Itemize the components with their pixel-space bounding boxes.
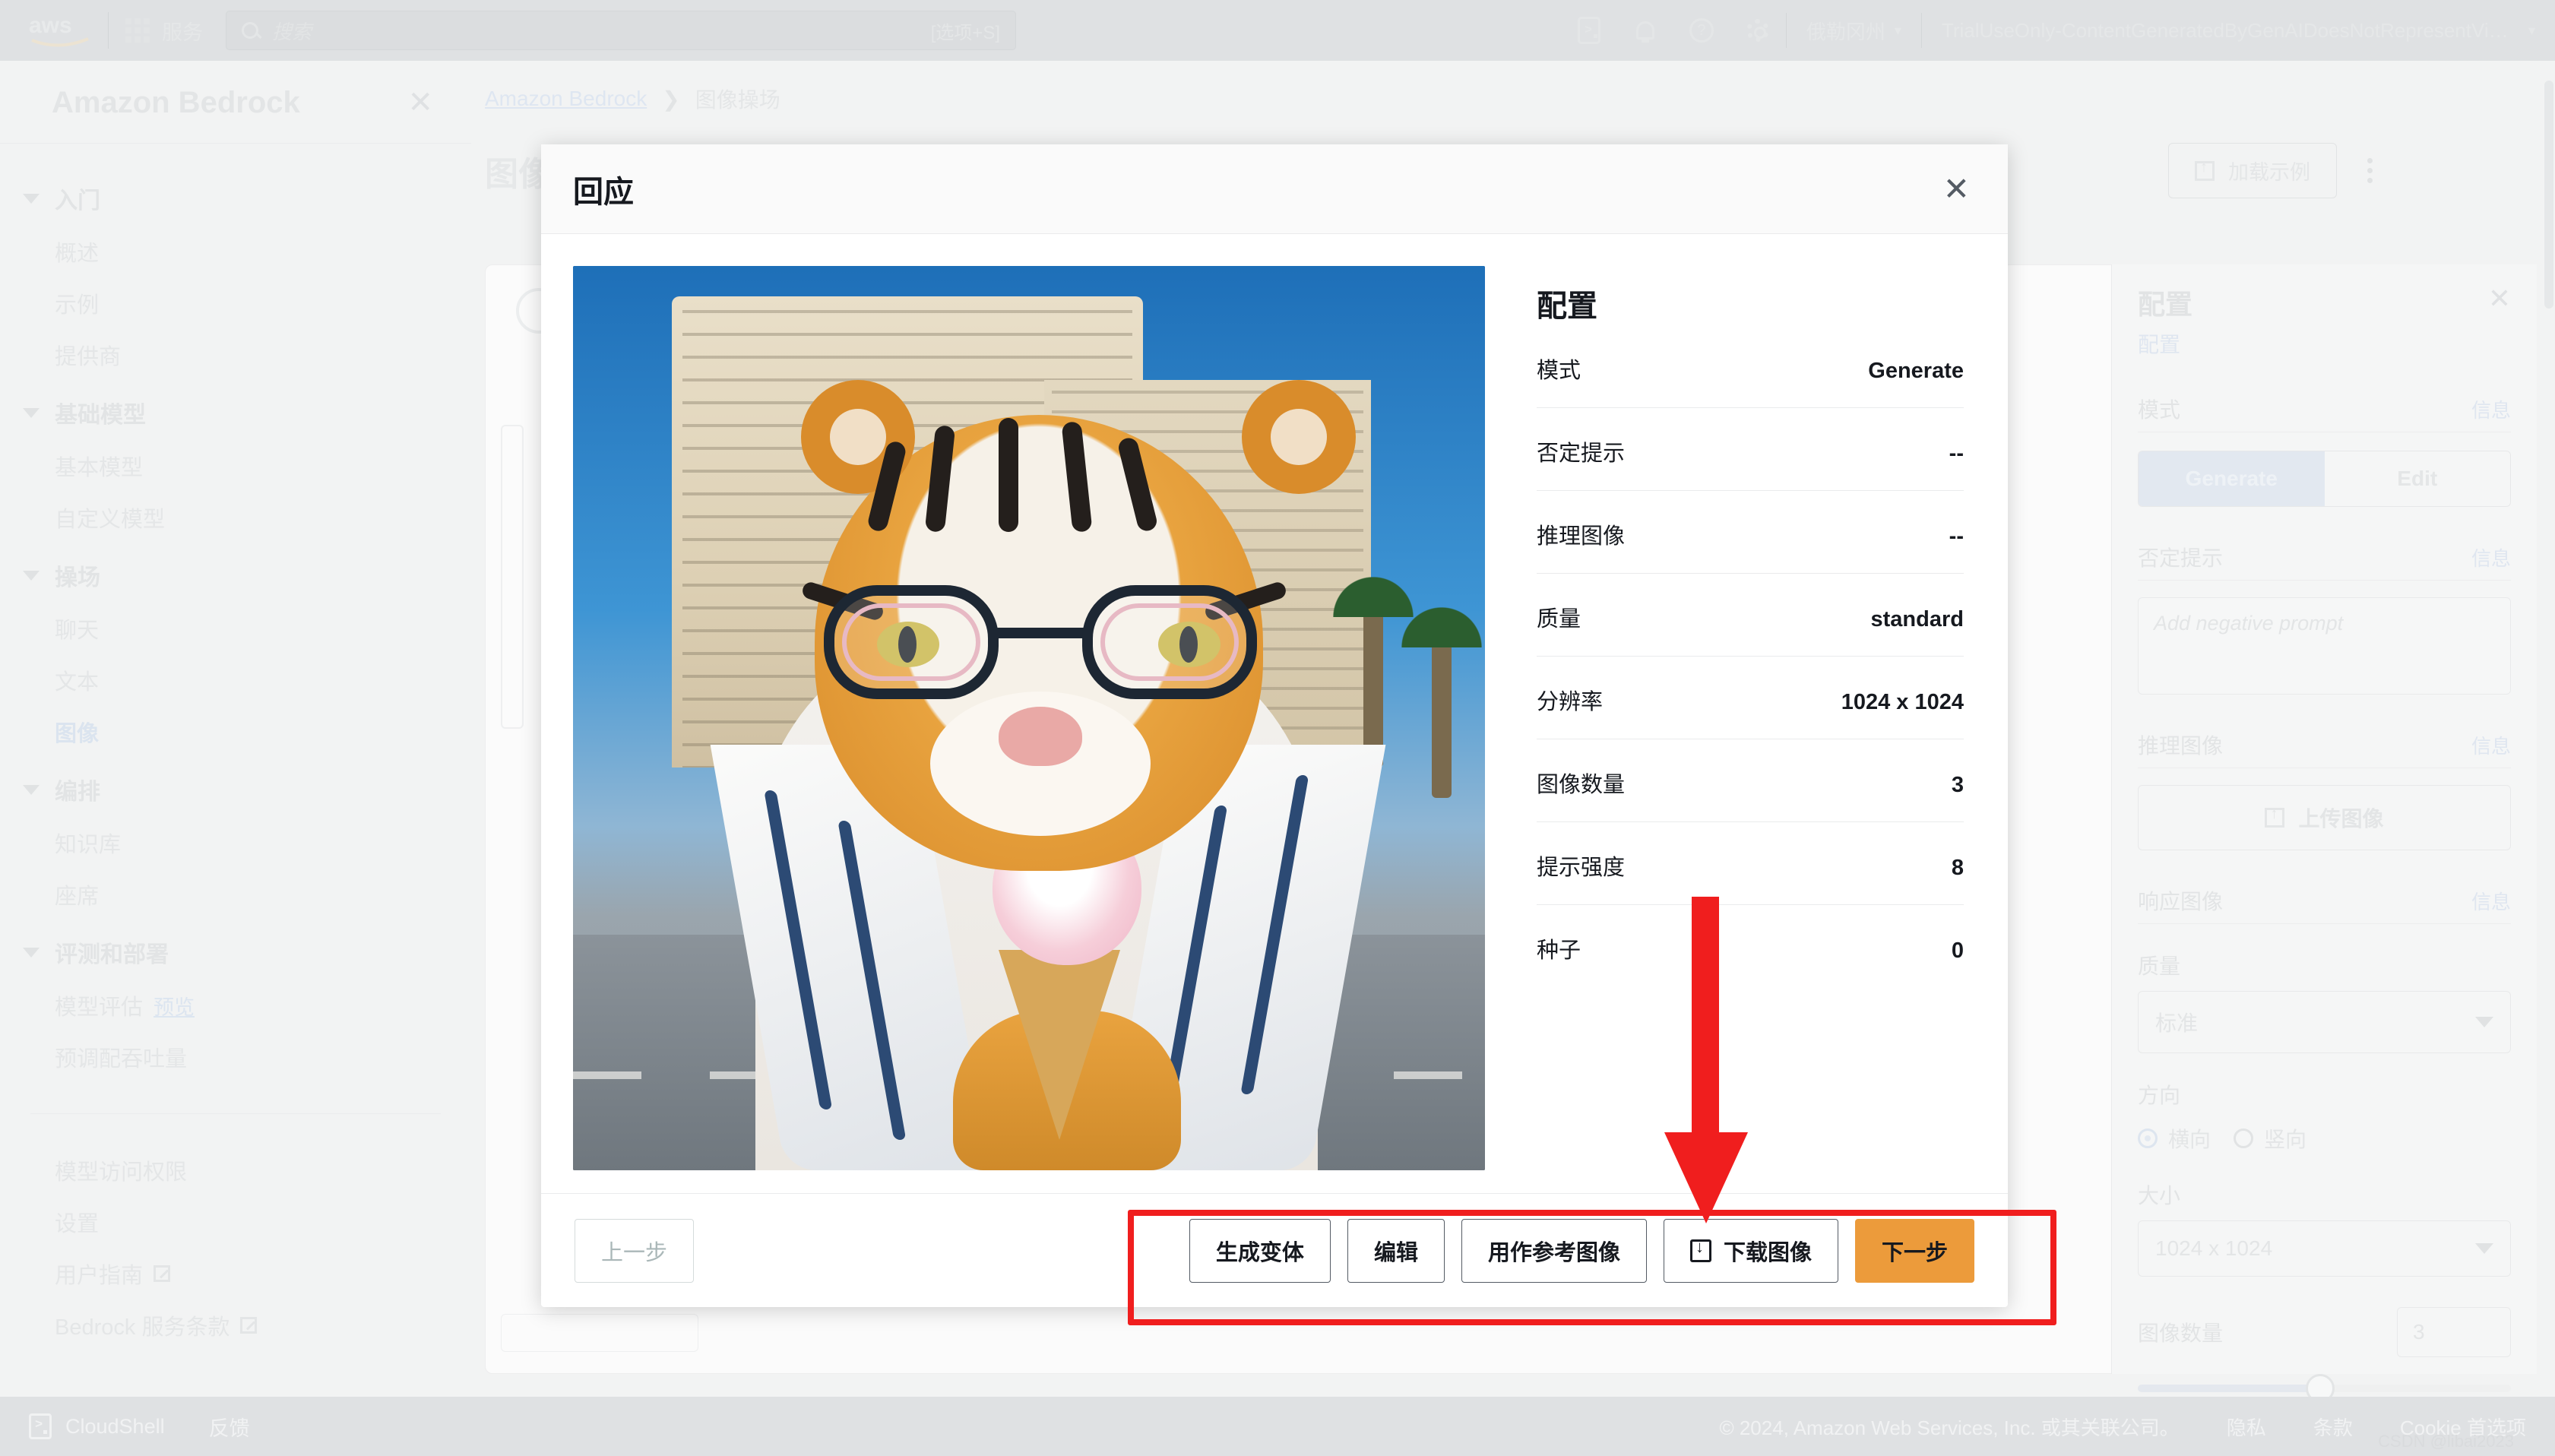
config-row-negative-prompt: 否定提示 -- (1537, 408, 1964, 491)
config-row-image-count: 图像数量 3 (1537, 739, 1964, 822)
close-icon[interactable]: ✕ (1943, 173, 1970, 205)
account-label: TrialUseOnly-ContentGeneratedByGenAIDoes… (1941, 18, 2519, 42)
terms-link[interactable]: 条款 (2313, 1413, 2353, 1441)
config-row-quality: 质量 standard (1537, 574, 1964, 657)
grid-icon (125, 18, 150, 43)
config-key: 提示强度 (1537, 856, 1626, 880)
config-value: 3 (1951, 773, 1964, 797)
search-shortcut-hint: [选项+S] (930, 22, 1000, 43)
help-icon: ? (1689, 18, 1714, 43)
modal-body: 配置 模式 Generate 否定提示 -- 推理图像 -- 质量 standa… (541, 234, 2008, 1193)
modal-config-heading: 配置 (1537, 290, 1597, 323)
config-row-seed: 种子 0 (1537, 905, 1964, 987)
config-key: 否定提示 (1537, 442, 1626, 466)
cloudshell-icon (29, 1413, 52, 1439)
feedback-link[interactable]: 反馈 (209, 1412, 250, 1442)
settings-button[interactable] (1730, 0, 1786, 61)
config-key: 分辨率 (1537, 690, 1604, 714)
modal-title: 回应 (573, 175, 634, 209)
download-icon (1689, 1237, 1711, 1262)
cloudshell-label: CloudShell (65, 1414, 165, 1438)
next-button[interactable]: 下一步 (1854, 1218, 1974, 1283)
glasses-lens (824, 585, 999, 699)
modal-footer: 上一步 生成变体 编辑 用作参考图像 下载图像 下一步 (541, 1193, 2008, 1307)
arrow-shaft (1692, 897, 1719, 1140)
copyright-text: © 2024, Amazon Web Services, Inc. 或其关联公司… (1719, 1416, 2180, 1439)
image-glasses (824, 585, 1257, 699)
modal-action-buttons: 生成变体 编辑 用作参考图像 下载图像 下一步 (1189, 1218, 1974, 1283)
global-search-bar[interactable]: 搜索 [选项+S] (226, 11, 1016, 50)
watermark: CSDN @libai2023 (2378, 1432, 2514, 1451)
cloudshell-icon (1577, 17, 1600, 44)
config-value: 8 (1951, 856, 1964, 880)
previous-button[interactable]: 上一步 (575, 1218, 695, 1283)
region-selector[interactable]: 俄勒冈州 ▾ (1787, 0, 1921, 61)
image-cone (999, 950, 1120, 1140)
config-row-prompt-strength: 提示强度 8 (1537, 822, 1964, 905)
config-key: 推理图像 (1537, 524, 1626, 549)
search-icon (242, 22, 258, 39)
cloudshell-button[interactable] (1561, 0, 1617, 61)
use-as-reference-image-button[interactable]: 用作参考图像 (1461, 1218, 1647, 1283)
aws-logo[interactable]: aws (29, 13, 91, 48)
config-value: -- (1949, 442, 1964, 466)
modal-header: 回应 ✕ (541, 144, 2008, 234)
cloudshell-launch-button[interactable]: CloudShell (29, 1413, 165, 1439)
config-key: 模式 (1537, 359, 1581, 383)
config-value: -- (1949, 524, 1964, 549)
image-palm-tree (1377, 579, 1485, 798)
red-arrow-annotation (1664, 897, 1748, 1223)
generate-variations-button[interactable]: 生成变体 (1189, 1218, 1331, 1283)
help-button[interactable]: ? (1673, 0, 1730, 61)
generated-image[interactable] (573, 266, 1485, 1170)
glasses-lens (1082, 585, 1257, 699)
gear-icon (1746, 19, 1769, 42)
download-image-label: 下载图像 (1723, 1240, 1812, 1265)
download-image-button[interactable]: 下载图像 (1663, 1218, 1838, 1283)
account-menu[interactable]: TrialUseOnly-ContentGeneratedByGenAIDoes… (1922, 0, 2555, 61)
config-value: Generate (1868, 359, 1964, 383)
nav-divider (108, 12, 109, 49)
chevron-down-icon: ▾ (1894, 22, 1901, 38)
edit-button[interactable]: 编辑 (1347, 1218, 1445, 1283)
config-value: standard (1870, 607, 1964, 631)
services-label: 服务 (162, 21, 203, 44)
privacy-link[interactable]: 隐私 (2227, 1413, 2266, 1441)
config-key: 种子 (1537, 938, 1581, 963)
page-footer: CloudShell 反馈 © 2024, Amazon Web Service… (0, 1397, 2555, 1456)
config-value: 0 (1951, 938, 1964, 963)
config-row-resolution: 分辨率 1024 x 1024 (1537, 657, 1964, 739)
footer-left: CloudShell 反馈 (0, 1412, 250, 1442)
config-key: 图像数量 (1537, 773, 1626, 797)
config-key: 质量 (1537, 607, 1581, 631)
response-modal: 回应 ✕ 配置 模式 Generate 否定提示 -- 推理图像 -- 质量 s… (541, 144, 2008, 1307)
top-nav-right: ? 俄勒冈州 ▾ TrialUseOnly-ContentGeneratedBy… (1561, 0, 2555, 61)
image-tiger-nose (999, 707, 1082, 766)
image-tiger-ear (1242, 380, 1356, 494)
config-row-mode: 模式 Generate (1537, 325, 1964, 408)
glasses-bridge (997, 628, 1085, 638)
config-row-reference-image: 推理图像 -- (1537, 491, 1964, 574)
top-navigation-bar: aws 服务 搜索 [选项+S] ? 俄勒冈州 ▾ TrialUseOnly-C… (0, 0, 2555, 61)
chevron-down-icon: ▾ (2528, 22, 2535, 38)
bell-icon (1635, 21, 1654, 43)
arrow-head (1664, 1132, 1748, 1223)
config-value: 1024 x 1024 (1841, 690, 1964, 714)
svg-text:aws: aws (29, 13, 72, 38)
notifications-button[interactable] (1617, 0, 1673, 61)
services-menu[interactable]: 服务 (125, 16, 203, 46)
region-label: 俄勒冈州 (1806, 20, 1885, 43)
search-placeholder: 搜索 (272, 20, 312, 43)
